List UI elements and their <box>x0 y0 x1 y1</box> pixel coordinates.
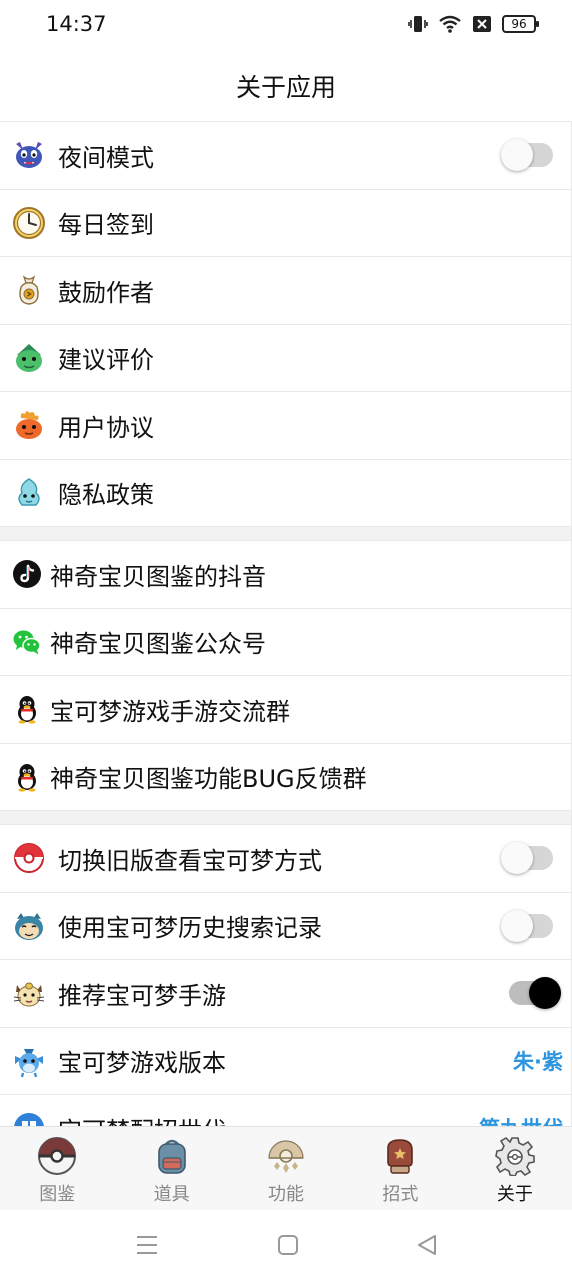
wechat-icon <box>12 627 42 657</box>
tab-label: 招式 <box>382 1184 419 1205</box>
option-label: 使用宝可梦历史搜索记录 <box>58 914 322 943</box>
night-mode-toggle[interactable] <box>501 139 553 172</box>
social-label: 宝可梦游戏手游交流群 <box>50 697 290 726</box>
setting-label: 每日签到 <box>58 211 154 240</box>
tab-items[interactable]: 道具 <box>114 1127 228 1210</box>
gear-tab-icon <box>494 1135 536 1177</box>
tab-label: 功能 <box>268 1184 305 1205</box>
pokeball-icon <box>12 841 46 875</box>
section-divider <box>0 811 571 825</box>
tab-moves[interactable]: 招式 <box>343 1127 457 1210</box>
option-row-search-history[interactable]: 使用宝可梦历史搜索记录 <box>0 893 571 960</box>
tab-label: 图鉴 <box>39 1184 76 1205</box>
toggle-knob <box>529 977 561 1010</box>
recommend-games-toggle[interactable] <box>509 977 561 1010</box>
setting-label: 隐私政策 <box>58 481 154 510</box>
setting-label: 鼓励作者 <box>58 278 154 307</box>
ghost-bat-icon <box>12 138 46 172</box>
option-row-move-generation[interactable]: 宝可梦配招世代 第九世代 <box>0 1095 571 1126</box>
social-row-game-group[interactable]: 宝可梦游戏手游交流群 <box>0 676 571 744</box>
qq-penguin-icon <box>12 694 42 724</box>
social-row-bug-group[interactable]: 神奇宝贝图鉴功能BUG反馈群 <box>0 744 571 811</box>
option-label: 宝可梦配招世代 <box>58 1111 226 1126</box>
setting-row-night-mode[interactable]: 夜间模式 <box>0 122 571 190</box>
snorlax-icon <box>12 909 46 943</box>
tab-pokedex[interactable]: 图鉴 <box>0 1127 114 1210</box>
social-label: 神奇宝贝图鉴功能BUG反馈群 <box>50 765 367 794</box>
status-icons: 96 <box>408 14 539 34</box>
back-icon[interactable] <box>416 1234 438 1256</box>
toggle-knob <box>501 842 533 875</box>
toggle-knob <box>501 139 533 172</box>
pokeball-tab-icon <box>36 1135 78 1177</box>
wifi-icon <box>439 15 461 33</box>
home-icon[interactable] <box>277 1234 299 1256</box>
feature-tab-icon <box>265 1135 307 1177</box>
option-row-legacy-view[interactable]: 切换旧版查看宝可梦方式 <box>0 825 571 893</box>
search-history-toggle[interactable] <box>501 909 553 942</box>
backpack-tab-icon <box>151 1135 193 1177</box>
meowth-icon <box>12 976 46 1010</box>
menu-icon[interactable] <box>136 1234 158 1256</box>
settings-list: 夜间模式 每日签到 鼓励作者 建议评价 用户协议 隐私政策 神奇宝贝图鉴的抖音 … <box>0 122 572 1126</box>
blue-badge-icon <box>12 1111 46 1126</box>
clock-icon <box>12 206 46 240</box>
system-navigation-bar <box>0 1210 572 1280</box>
boxing-glove-tab-icon <box>379 1135 421 1177</box>
qq-penguin-icon <box>12 762 42 792</box>
setting-row-user-agreement[interactable]: 用户协议 <box>0 392 571 460</box>
vibrate-icon <box>408 16 428 32</box>
social-row-tiktok[interactable]: 神奇宝贝图鉴的抖音 <box>0 541 571 609</box>
setting-label: 建议评价 <box>58 346 154 375</box>
social-label: 神奇宝贝图鉴的抖音 <box>50 562 266 591</box>
social-label: 神奇宝贝图鉴公众号 <box>50 630 266 659</box>
move-generation-value[interactable]: 第九世代 <box>479 1113 563 1126</box>
setting-row-support-author[interactable]: 鼓励作者 <box>0 257 571 325</box>
option-row-game-version[interactable]: 宝可梦游戏版本 朱·紫 <box>0 1028 571 1095</box>
page-title: 关于应用 <box>0 50 572 122</box>
legacy-view-toggle[interactable] <box>501 842 553 875</box>
toggle-knob <box>501 909 533 942</box>
bottom-tab-bar: 图鉴 道具 功能 招式 关于 <box>0 1126 572 1210</box>
game-version-value[interactable]: 朱·紫 <box>513 1046 563 1076</box>
option-label: 推荐宝可梦手游 <box>58 981 226 1010</box>
fire-pokemon-icon <box>12 408 46 442</box>
tab-label: 道具 <box>153 1184 190 1205</box>
setting-row-daily-checkin[interactable]: 每日签到 <box>0 190 571 257</box>
battery-indicator: 96 <box>502 15 539 33</box>
tab-features[interactable]: 功能 <box>229 1127 343 1210</box>
status-time: 14:37 <box>46 12 107 36</box>
tab-label: 关于 <box>496 1184 533 1205</box>
option-label: 宝可梦游戏版本 <box>58 1049 226 1078</box>
tab-about[interactable]: 关于 <box>458 1127 572 1210</box>
option-label: 切换旧版查看宝可梦方式 <box>58 846 322 875</box>
setting-label: 用户协议 <box>58 413 154 442</box>
no-sim-icon <box>473 16 491 32</box>
dragon-icon <box>12 1044 46 1078</box>
setting-row-privacy-policy[interactable]: 隐私政策 <box>0 460 571 527</box>
setting-row-feedback[interactable]: 建议评价 <box>0 325 571 392</box>
social-row-wechat[interactable]: 神奇宝贝图鉴公众号 <box>0 609 571 676</box>
status-bar: 14:37 96 <box>0 0 572 50</box>
section-divider <box>0 527 571 541</box>
money-bag-icon <box>12 273 46 307</box>
setting-label: 夜间模式 <box>58 143 154 172</box>
tiktok-icon <box>12 559 42 589</box>
option-row-recommend-games[interactable]: 推荐宝可梦手游 <box>0 960 571 1028</box>
water-pokemon-icon <box>12 476 46 510</box>
green-pokemon-icon <box>12 341 46 375</box>
